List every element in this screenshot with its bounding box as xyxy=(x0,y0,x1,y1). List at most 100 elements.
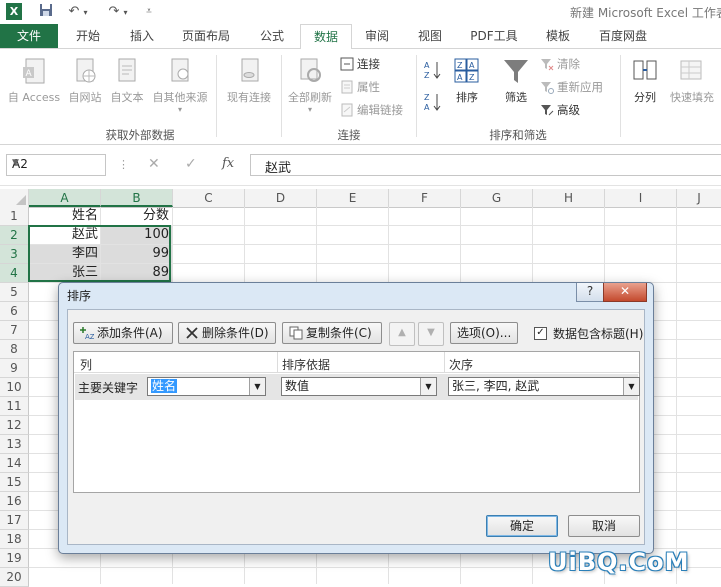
from-text-button[interactable]: 自文本 xyxy=(106,57,148,105)
customize-qat-icon[interactable]: ⩡ xyxy=(143,3,155,21)
sort-condition-row[interactable]: 主要关键字 姓名 ▼ 数值 ▼ 张三, 李四, 赵武 ▼ xyxy=(75,374,640,400)
row-header[interactable]: 8 xyxy=(0,340,29,359)
text-file-icon xyxy=(118,58,136,82)
tab-baidu-netdisk[interactable]: 百度网盘 xyxy=(588,24,658,48)
cancel-entry-icon[interactable]: ✕ xyxy=(148,156,160,172)
column-header-f[interactable]: F xyxy=(389,189,461,207)
chevron-down-icon[interactable]: ▼ xyxy=(623,378,639,395)
select-all-corner[interactable] xyxy=(0,189,29,207)
name-box-dropdown-icon[interactable]: ▼ xyxy=(12,158,101,168)
row-header[interactable]: 18 xyxy=(0,530,29,549)
delete-condition-button[interactable]: 删除条件(D) xyxy=(178,322,276,344)
sort-ascending-button[interactable]: AZ xyxy=(424,59,442,80)
flash-fill-button[interactable]: 快速填充 xyxy=(666,57,718,105)
confirm-entry-icon[interactable]: ✓ xyxy=(185,156,197,172)
copy-condition-button[interactable]: 复制条件(C) xyxy=(282,322,382,344)
row-header[interactable]: 15 xyxy=(0,473,29,492)
header-checkbox[interactable]: ✓ xyxy=(534,327,547,340)
ok-button[interactable]: 确定 xyxy=(486,515,558,537)
row-header[interactable]: 4 xyxy=(0,264,29,283)
cell-b1[interactable]: 分数 xyxy=(101,207,172,225)
excel-logo-icon: X xyxy=(6,3,22,20)
name-box[interactable]: A2 ▼ xyxy=(6,154,106,176)
tab-templates[interactable]: 模板 xyxy=(532,24,584,48)
text-to-columns-button[interactable]: 分列 xyxy=(624,57,666,105)
clear-filter-button[interactable]: 清除 xyxy=(540,55,580,73)
edit-links-button[interactable]: 编辑链接 xyxy=(340,101,403,119)
move-down-button[interactable]: ▼ xyxy=(418,322,444,346)
tab-page-layout[interactable]: 页面布局 xyxy=(172,24,240,48)
from-web-button[interactable]: 自网站 xyxy=(64,57,106,105)
tab-file[interactable]: 文件 xyxy=(0,24,58,48)
group-label-connections: 连接 xyxy=(337,128,361,142)
chevron-down-icon[interactable]: ▼ xyxy=(249,378,265,395)
add-condition-button[interactable]: AZ 添加条件(A) xyxy=(73,322,173,344)
column-header-c[interactable]: C xyxy=(173,189,245,207)
column-header-i[interactable]: I xyxy=(605,189,677,207)
from-other-sources-button[interactable]: 自其他来源 ▾ xyxy=(148,57,212,114)
undo-icon[interactable]: ↶ ▾ xyxy=(68,3,88,21)
sort-on-select[interactable]: 数值 ▼ xyxy=(281,377,437,396)
clear-filter-icon xyxy=(541,59,554,71)
row-header[interactable]: 3 xyxy=(0,245,29,264)
column-header-e[interactable]: E xyxy=(317,189,389,207)
tab-formulas[interactable]: 公式 xyxy=(246,24,298,48)
row-header[interactable]: 20 xyxy=(0,568,29,587)
row-header[interactable]: 16 xyxy=(0,492,29,511)
row-header[interactable]: 9 xyxy=(0,359,29,378)
move-up-button[interactable]: ▲ xyxy=(389,322,415,346)
row-header[interactable]: 5 xyxy=(0,283,29,302)
row-header[interactable]: 2 xyxy=(0,226,29,245)
dialog-title: 排序 xyxy=(67,289,92,303)
column-header-b[interactable]: B xyxy=(101,189,173,207)
row-header[interactable]: 14 xyxy=(0,454,29,473)
column-header-d[interactable]: D xyxy=(245,189,317,207)
help-button[interactable]: ? xyxy=(576,283,604,302)
connections-button[interactable]: 连接 xyxy=(340,55,380,73)
flash-fill-label: 快速填充 xyxy=(670,91,714,104)
tab-home[interactable]: 开始 xyxy=(62,24,114,48)
row-header[interactable]: 7 xyxy=(0,321,29,340)
row-header[interactable]: 17 xyxy=(0,511,29,530)
row-header[interactable]: 19 xyxy=(0,549,29,568)
row-header[interactable]: 12 xyxy=(0,416,29,435)
tab-pdf-tools[interactable]: PDF工具 xyxy=(460,24,528,48)
header-checkbox-label[interactable]: 数据包含标题(H) xyxy=(553,325,643,342)
options-button[interactable]: 选项(O)... xyxy=(450,322,518,344)
sort-descending-button[interactable]: ZA xyxy=(424,91,442,112)
row-header[interactable]: 11 xyxy=(0,397,29,416)
filter-button[interactable]: 筛选 xyxy=(496,57,536,105)
column-header-g[interactable]: G xyxy=(461,189,533,207)
from-access-button[interactable]: A 自 Access xyxy=(4,57,64,105)
tab-view[interactable]: 视图 xyxy=(404,24,456,48)
refresh-all-button[interactable]: 全部刷新 ▾ xyxy=(284,57,336,114)
properties-icon xyxy=(341,80,353,94)
sort-order-select[interactable]: 张三, 李四, 赵武 ▼ xyxy=(448,377,640,396)
tab-insert[interactable]: 插入 xyxy=(116,24,168,48)
tab-data[interactable]: 数据 xyxy=(300,24,352,50)
sort-conditions-list: 列 排序依据 次序 主要关键字 姓名 ▼ 数值 ▼ 张三, 李四, 赵武 ▼ xyxy=(73,351,640,493)
sort-button[interactable]: ZAAZ 排序 xyxy=(448,57,486,105)
save-icon[interactable] xyxy=(38,3,54,21)
column-header-a[interactable]: A xyxy=(29,189,101,207)
column-header-h[interactable]: H xyxy=(533,189,605,207)
cell-a1[interactable]: 姓名 xyxy=(29,207,100,225)
svg-text:A: A xyxy=(424,103,430,112)
chevron-down-icon[interactable]: ▼ xyxy=(420,378,436,395)
existing-connections-button[interactable]: 现有连接 xyxy=(220,57,278,105)
cancel-button[interactable]: 取消 xyxy=(568,515,640,537)
advanced-filter-button[interactable]: 高级 xyxy=(540,101,580,119)
redo-icon[interactable]: ↷ ▾ xyxy=(108,3,128,21)
insert-function-icon[interactable]: fx xyxy=(222,156,234,171)
properties-button[interactable]: 属性 xyxy=(340,78,380,96)
row-header[interactable]: 10 xyxy=(0,378,29,397)
row-header[interactable]: 6 xyxy=(0,302,29,321)
row-header[interactable]: 13 xyxy=(0,435,29,454)
close-button[interactable]: ✕ xyxy=(603,283,647,302)
formula-input[interactable]: 赵武 xyxy=(250,154,721,176)
column-header-j[interactable]: J xyxy=(677,189,721,207)
reapply-button[interactable]: 重新应用 xyxy=(540,78,603,96)
tab-review[interactable]: 审阅 xyxy=(352,24,402,48)
row-header[interactable]: 1 xyxy=(0,207,29,226)
sort-column-select[interactable]: 姓名 ▼ xyxy=(147,377,266,396)
